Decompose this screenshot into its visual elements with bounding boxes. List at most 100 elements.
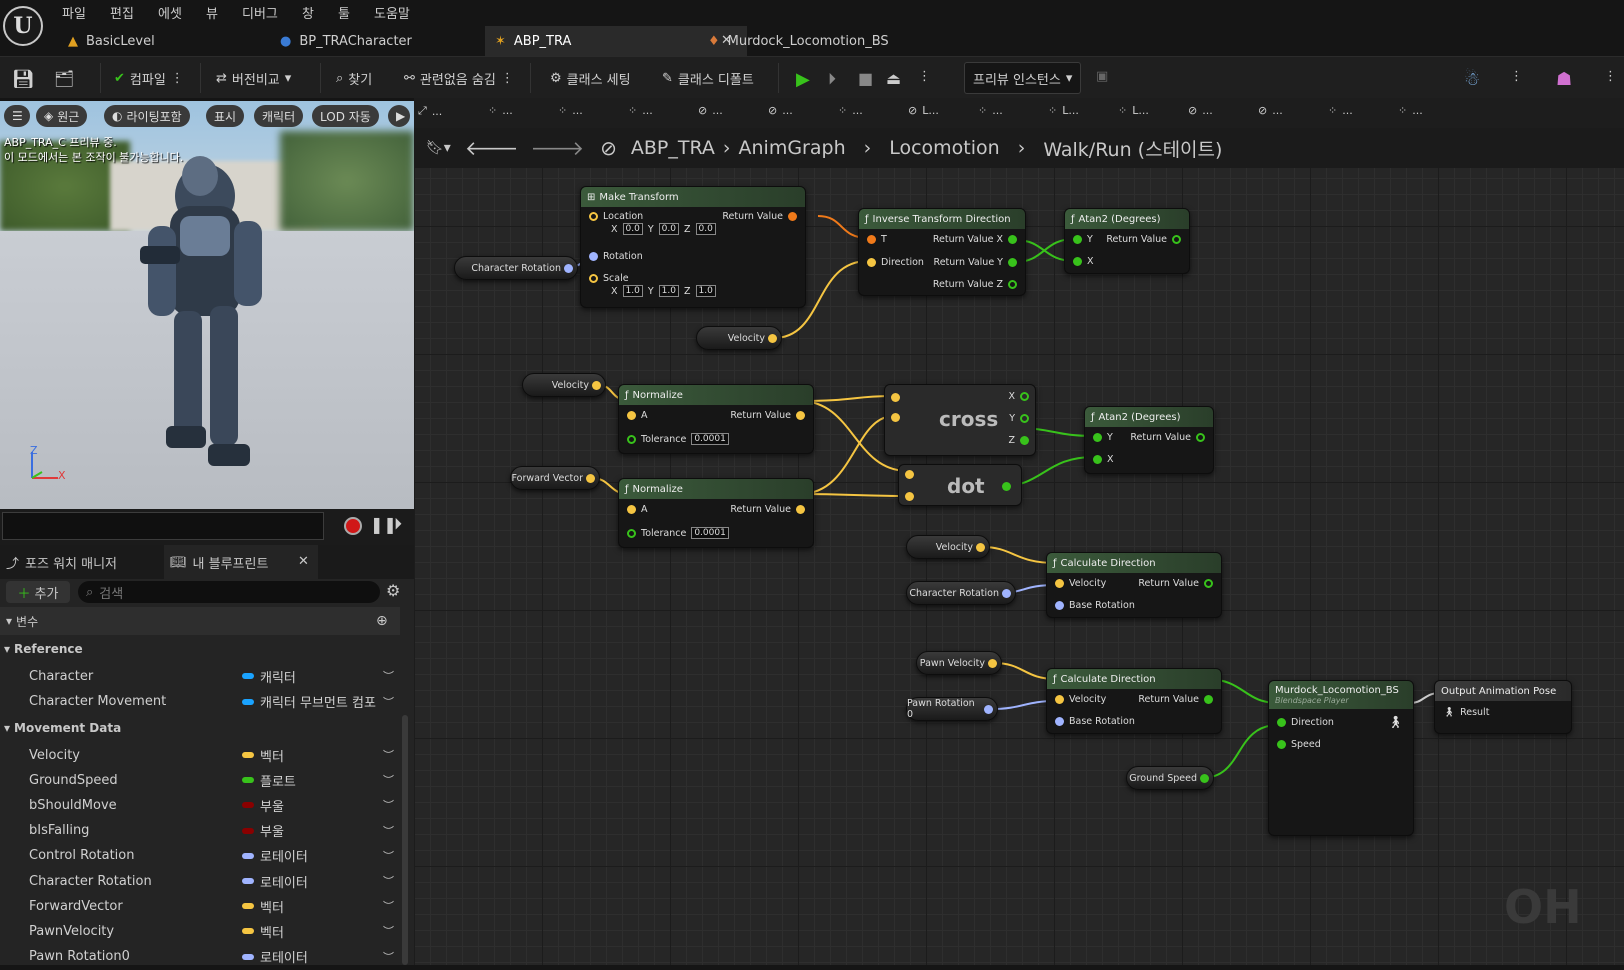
preview-viewport[interactable]: ☰ ◈ 원근 ◐ 라이팅포함 표시 캐릭터 LOD 자동 ▶ ABP_TRA_C 프…	[0, 101, 414, 509]
pose-output-icon[interactable]: 🚶︎	[1388, 715, 1403, 729]
visibility-eye-icon[interactable]: ︶	[383, 848, 394, 864]
return-z-pin[interactable]: Return Value Z	[933, 279, 1017, 290]
menu-asset[interactable]: 에셋	[158, 3, 182, 22]
return-pin[interactable]	[1002, 482, 1011, 491]
more-icon[interactable]: ⋮	[1510, 69, 1523, 84]
return-value-pin[interactable]: Return Value	[730, 504, 805, 515]
ground-speed-getter[interactable]: Ground Speed	[1126, 766, 1214, 790]
location-y-field[interactable]: 0.0	[658, 223, 679, 235]
atan2-node[interactable]: ƒ Atan2 (Degrees) Y X Return Value	[1084, 406, 1214, 474]
tolerance-field[interactable]: 0.0001	[691, 527, 729, 539]
velocity-pin[interactable]: Velocity	[1055, 578, 1106, 589]
tab-blendspace[interactable]: ♦ Murdock_Locomotion_BS	[698, 26, 948, 56]
y-pin[interactable]: Y	[1073, 234, 1093, 245]
variable-row[interactable]: ForwardVector 벡터 ︶	[0, 893, 400, 919]
variables-header[interactable]: ▾ 변수 ⊕	[0, 607, 400, 635]
variable-row[interactable]: Character 캐릭터 ︶	[0, 663, 400, 689]
menu-file[interactable]: 파일	[62, 3, 86, 22]
t-pin[interactable]: T	[867, 234, 887, 245]
browse-icon[interactable]: 🗂︎	[54, 69, 74, 88]
more-icon[interactable]: ⋮	[1604, 69, 1617, 84]
tab-bp-character[interactable]: ● BP_TRACharacter	[270, 26, 510, 56]
return-value-pin[interactable]: Return Value	[730, 410, 805, 421]
variable-row[interactable]: Control Rotation 로테이터 ︶	[0, 843, 400, 869]
x-pin[interactable]: X	[1093, 454, 1114, 465]
location-x-field[interactable]: 0.0	[622, 223, 643, 235]
add-button[interactable]: ＋ 추가	[6, 581, 70, 603]
record-icon[interactable]	[344, 517, 362, 535]
normalize-node[interactable]: ƒ Normalize A Tolerance 0.0001 Return Valu…	[618, 384, 814, 454]
inverse-transform-direction-node[interactable]: ƒ Inverse Transform Direction T Direction…	[858, 208, 1026, 296]
location-pin[interactable]: Location	[589, 211, 643, 222]
class-defaults-button[interactable]: ✎ 클래스 디폴트	[662, 69, 754, 88]
return-value-pin[interactable]: Return Value	[722, 211, 797, 222]
perspective-button[interactable]: ◈ 원근	[36, 105, 88, 127]
variable-row[interactable]: Character Rotation 로테이터 ︶	[0, 868, 400, 894]
speed-pin[interactable]: Speed	[1277, 739, 1321, 750]
viewport-expand-icon[interactable]: ▶	[388, 105, 410, 127]
anim-mode-icon[interactable]: ☗	[1556, 69, 1572, 90]
visibility-eye-icon[interactable]: ︶	[383, 923, 394, 939]
forward-vector-getter[interactable]: Forward Vector	[510, 466, 600, 490]
character-rotation-getter[interactable]: Character Rotation	[454, 256, 578, 280]
lighting-button[interactable]: ◐ 라이팅포함	[104, 105, 190, 127]
b-pin[interactable]	[891, 413, 900, 422]
velocity-getter[interactable]: Velocity	[522, 373, 606, 397]
return-value-pin[interactable]: Return Value	[1130, 432, 1205, 443]
play-icon[interactable]: ▶	[796, 69, 810, 90]
add-variable-icon[interactable]: ⊕	[376, 613, 388, 629]
menu-edit[interactable]: 편집	[110, 3, 134, 22]
tolerance-pin[interactable]: Tolerance 0.0001	[627, 527, 729, 539]
stop-icon[interactable]: ■	[858, 69, 873, 88]
menu-window[interactable]: 창	[302, 3, 314, 22]
direction-pin[interactable]: Direction	[1277, 717, 1334, 728]
visibility-eye-icon[interactable]: ︶	[383, 772, 394, 788]
category-reference[interactable]: ▾ Reference	[0, 636, 400, 662]
variable-row[interactable]: Velocity 벡터 ︶	[0, 742, 400, 768]
variable-row[interactable]: Pawn Rotation0 로테이터 ︶	[0, 944, 400, 970]
eject-icon[interactable]: ⏏	[886, 69, 901, 88]
direction-pin[interactable]: Direction	[867, 257, 924, 268]
character-rotation-getter[interactable]: Character Rotation	[906, 581, 1016, 605]
calculate-direction-node[interactable]: ƒ Calculate Direction Velocity Base Rotat…	[1046, 552, 1222, 618]
result-pin[interactable]: 🚶︎ Result	[1443, 707, 1489, 718]
diff-button[interactable]: ⇄ 버전비교 ▾	[216, 69, 291, 88]
pause-icon[interactable]: ❚❚	[370, 515, 397, 534]
step-forward-icon[interactable]: ⏵	[394, 514, 402, 534]
variable-row[interactable]: PawnVelocity 벡터 ︶	[0, 918, 400, 944]
b-pin[interactable]	[905, 492, 914, 501]
visibility-eye-icon[interactable]: ︶	[383, 873, 394, 889]
normalize-node[interactable]: ƒ Normalize A Tolerance 0.0001 Return Valu…	[618, 478, 814, 548]
close-tab-icon[interactable]: ✕	[298, 554, 309, 569]
z-out-pin[interactable]: Z	[1008, 435, 1029, 446]
return-value-pin[interactable]: Return Value	[1138, 578, 1213, 589]
return-value-pin[interactable]: Return Value	[1138, 694, 1213, 705]
calculate-direction-node[interactable]: ƒ Calculate Direction Velocity Base Rotat…	[1046, 668, 1222, 734]
show-button[interactable]: 표시	[206, 105, 245, 127]
more-icon[interactable]: ⋮	[918, 69, 931, 84]
visibility-eye-icon[interactable]: ︶	[383, 823, 394, 839]
return-value-pin[interactable]: Return Value	[1106, 234, 1181, 245]
cross-product-node[interactable]: cross X Y Z	[884, 384, 1036, 456]
tolerance-field[interactable]: 0.0001	[691, 433, 729, 445]
lod-button[interactable]: LOD 자동	[312, 105, 379, 127]
compile-button[interactable]: ✔ 컴파일 ⋮	[114, 69, 184, 88]
pawn-velocity-getter[interactable]: Pawn Velocity	[916, 651, 1002, 675]
character-button[interactable]: 캐릭터	[254, 105, 304, 127]
hide-unrelated-button[interactable]: ⚯ 관련없음 숨김 ⋮	[404, 69, 514, 88]
atan2-node[interactable]: ƒ Atan2 (Degrees) Y X Return Value	[1064, 208, 1190, 274]
class-settings-button[interactable]: ⚙ 클래스 세팅	[550, 69, 631, 88]
menu-debug[interactable]: 디버그	[242, 3, 278, 22]
variable-row[interactable]: GroundSpeed 플로트 ︶	[0, 767, 400, 793]
tab-pose-watch[interactable]: ⤴ 포즈 워치 매니저	[6, 545, 156, 579]
tolerance-pin[interactable]: Tolerance 0.0001	[627, 433, 729, 445]
y-out-pin[interactable]: Y	[1009, 413, 1029, 424]
visibility-eye-icon[interactable]: ︶	[383, 747, 394, 763]
make-transform-node[interactable]: ⊞ Make Transform Location X 0.0 Y 0.0 Z 0.0 Ro…	[580, 186, 806, 308]
settings-gear-icon[interactable]: ⚙	[386, 581, 400, 600]
visibility-eye-icon[interactable]: ︶	[383, 898, 394, 914]
y-pin[interactable]: Y	[1093, 432, 1113, 443]
a-pin[interactable]	[891, 393, 900, 402]
x-out-pin[interactable]: X	[1008, 391, 1029, 402]
preview-instance-dropdown[interactable]: 프리뷰 인스턴스 ▾	[964, 62, 1082, 94]
